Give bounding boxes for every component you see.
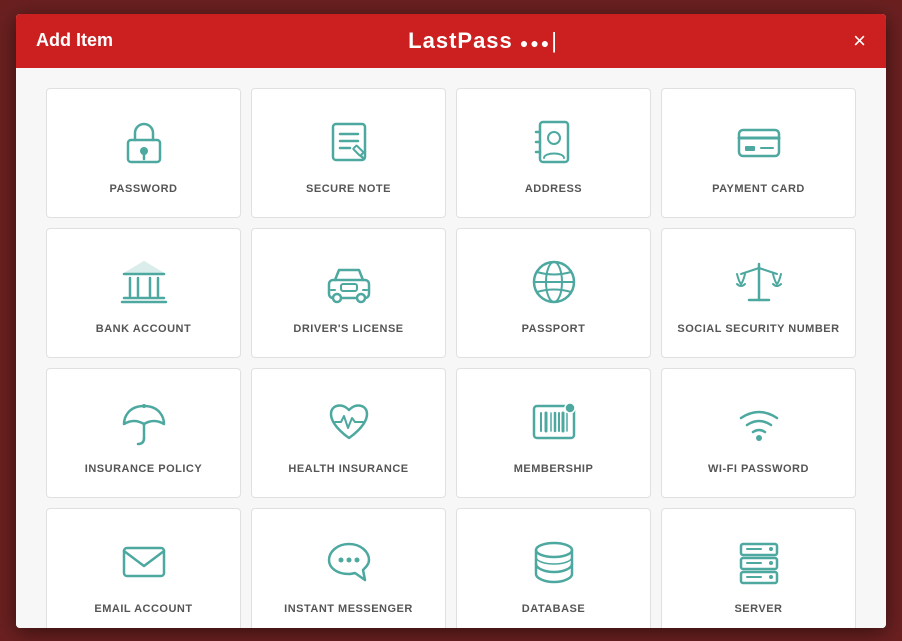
email-icon [114,532,174,592]
bank-icon [114,252,174,312]
item-label-bank-account: BANK ACCOUNT [96,322,191,336]
item-wifi-password[interactable]: WI-FI PASSWORD [661,368,856,498]
items-grid: PASSWORD SECURE NOTE [46,88,856,628]
item-label-password: PASSWORD [110,182,178,196]
item-instant-messenger[interactable]: INSTANT MESSENGER [251,508,446,628]
barcode-icon [524,392,584,452]
item-label-insurance-policy: INSURANCE POLICY [85,462,202,476]
item-drivers-license[interactable]: DRIVER'S LICENSE [251,228,446,358]
item-secure-note[interactable]: SECURE NOTE [251,88,446,218]
item-label-server: SERVER [734,602,782,616]
item-label-wifi-password: WI-FI PASSWORD [708,462,809,476]
item-label-email-account: EMAIL ACCOUNT [94,602,192,616]
close-button[interactable]: × [853,30,866,52]
add-item-modal: Add Item LastPass ●●●| × PASSWORD [16,14,886,628]
address-book-icon [524,112,584,172]
item-label-address: ADDRESS [525,182,582,196]
item-password[interactable]: PASSWORD [46,88,241,218]
item-payment-card[interactable]: PAYMENT CARD [661,88,856,218]
credit-card-icon [729,112,789,172]
item-database[interactable]: DATABASE [456,508,651,628]
modal-title: Add Item [36,30,113,51]
item-email-account[interactable]: EMAIL ACCOUNT [46,508,241,628]
item-bank-account[interactable]: BANK ACCOUNT [46,228,241,358]
lastpass-logo: LastPass ●●●| [408,28,558,54]
item-passport[interactable]: PASSPORT [456,228,651,358]
globe-icon [524,252,584,312]
note-icon [319,112,379,172]
item-label-secure-note: SECURE NOTE [306,182,391,196]
item-label-database: DATABASE [522,602,585,616]
item-label-membership: MEMBERSHIP [514,462,594,476]
items-grid-container: PASSWORD SECURE NOTE [16,68,886,628]
lock-icon [114,112,174,172]
item-label-ssn: SOCIAL SECURITY NUMBER [677,322,839,336]
item-label-payment-card: PAYMENT CARD [712,182,805,196]
scales-icon [729,252,789,312]
item-insurance-policy[interactable]: INSURANCE POLICY [46,368,241,498]
heart-pulse-icon [319,392,379,452]
database-icon [524,532,584,592]
item-label-passport: PASSPORT [522,322,586,336]
item-membership[interactable]: MEMBERSHIP [456,368,651,498]
umbrella-icon [114,392,174,452]
wifi-icon [729,392,789,452]
item-health-insurance[interactable]: HEALTH INSURANCE [251,368,446,498]
chat-icon [319,532,379,592]
modal-header: Add Item LastPass ●●●| × [16,14,886,68]
item-label-health-insurance: HEALTH INSURANCE [288,462,408,476]
item-address[interactable]: ADDRESS [456,88,651,218]
car-icon [319,252,379,312]
item-ssn[interactable]: SOCIAL SECURITY NUMBER [661,228,856,358]
item-server[interactable]: SERVER [661,508,856,628]
server-icon [729,532,789,592]
item-label-drivers-license: DRIVER'S LICENSE [293,322,403,336]
item-label-instant-messenger: INSTANT MESSENGER [284,602,413,616]
